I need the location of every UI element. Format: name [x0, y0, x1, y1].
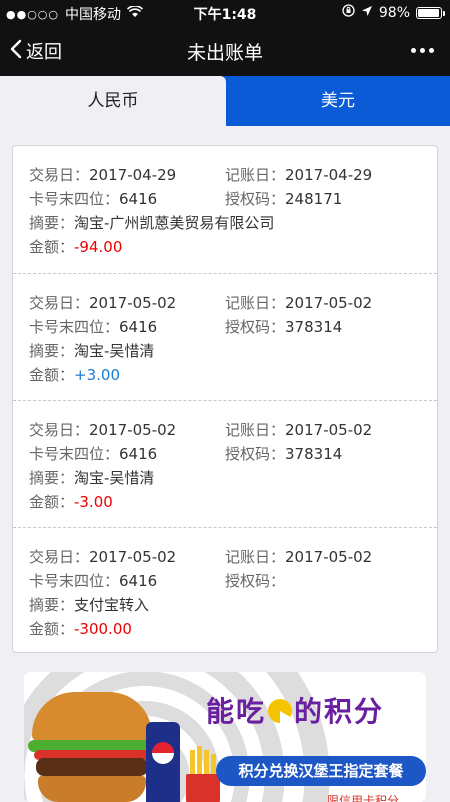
- navigation-bar: 返回 未出账单: [0, 26, 450, 76]
- card-last4-label: 卡号末四位：: [29, 190, 120, 208]
- post-date-label: 记账日：: [225, 548, 286, 566]
- post-date: 2017-05-02: [285, 421, 373, 439]
- promo-footer-text: 限信用卡积分: [327, 794, 400, 802]
- auth-code: 378314: [285, 445, 343, 463]
- tab-usd[interactable]: 美元: [226, 76, 450, 126]
- more-options-icon[interactable]: [411, 48, 434, 53]
- post-date-label: 记账日：: [225, 294, 286, 312]
- amount: -300.00: [74, 620, 132, 638]
- card-last4: 6416: [119, 445, 158, 463]
- soda-can-image: [146, 722, 180, 802]
- amount: -94.00: [74, 238, 123, 256]
- trade-date: 2017-05-02: [89, 421, 177, 439]
- card-last4: 6416: [119, 318, 158, 336]
- summary-label: 摘要：: [29, 596, 75, 614]
- post-date: 2017-05-02: [285, 548, 373, 566]
- promo-button[interactable]: 积分兑换汉堡王指定套餐: [216, 756, 426, 786]
- amount-label: 金额：: [29, 238, 75, 256]
- card-last4: 6416: [119, 572, 158, 590]
- amount: +3.00: [74, 366, 120, 384]
- promo-slogan: 能吃 的积分: [206, 695, 385, 728]
- trade-date-label: 交易日：: [29, 421, 90, 439]
- card-last4-label: 卡号末四位：: [29, 445, 120, 463]
- summary-label: 摘要：: [29, 342, 75, 360]
- auth-code: 378314: [285, 318, 343, 336]
- promo-banner[interactable]: 能吃 的积分 积分兑换汉堡王指定套餐 限信用卡积分: [24, 672, 426, 802]
- transaction-item[interactable]: 交易日：2017-05-02 记账日：2017-05-02 卡号末四位：6416…: [13, 400, 437, 528]
- auth-code: 248171: [285, 190, 343, 208]
- location-icon: [361, 5, 373, 21]
- trade-date: 2017-05-02: [89, 548, 177, 566]
- trade-date-label: 交易日：: [29, 548, 90, 566]
- status-bar: ●●○○○ 中国移动 下午1:48 98%: [0, 0, 450, 26]
- amount-label: 金额：: [29, 493, 75, 511]
- card-last4: 6416: [119, 190, 158, 208]
- trade-date-label: 交易日：: [29, 294, 90, 312]
- trade-date: 2017-05-02: [89, 294, 177, 312]
- transaction-item[interactable]: 交易日：2017-04-29 记账日：2017-04-29 卡号末四位：6416…: [13, 146, 437, 273]
- orientation-lock-icon: [342, 4, 355, 21]
- page-title: 未出账单: [186, 42, 263, 64]
- summary-label: 摘要：: [29, 214, 75, 232]
- card-last4-label: 卡号末四位：: [29, 318, 120, 336]
- fries-image: [186, 746, 220, 802]
- amount-label: 金额：: [29, 620, 75, 638]
- summary-label: 摘要：: [29, 469, 75, 487]
- summary: 淘宝-广州凯蒽美贸易有限公司: [74, 214, 275, 232]
- transaction-item[interactable]: 交易日：2017-05-02 记账日：2017-05-02 卡号末四位：6416…: [13, 527, 437, 655]
- tab-rmb[interactable]: 人民币: [0, 76, 226, 126]
- trade-date: 2017-04-29: [89, 166, 177, 184]
- post-date: 2017-04-29: [285, 166, 373, 184]
- transactions-list: 交易日：2017-04-29 记账日：2017-04-29 卡号末四位：6416…: [12, 145, 438, 653]
- auth-code-label: 授权码：: [225, 572, 286, 590]
- transaction-item[interactable]: 交易日：2017-05-02 记账日：2017-05-02 卡号末四位：6416…: [13, 273, 437, 401]
- summary: 淘宝-吴惜清: [74, 342, 155, 360]
- summary: 淘宝-吴惜清: [74, 469, 155, 487]
- post-date-label: 记账日：: [225, 421, 286, 439]
- auth-code-label: 授权码：: [225, 445, 286, 463]
- amount-label: 金额：: [29, 366, 75, 384]
- currency-tabs: 人民币 美元: [0, 76, 450, 126]
- burger-image: [28, 692, 156, 802]
- post-date: 2017-05-02: [285, 294, 373, 312]
- auth-code-label: 授权码：: [225, 190, 286, 208]
- battery-icon: [416, 6, 445, 19]
- pacman-icon: [268, 699, 293, 723]
- post-date-label: 记账日：: [225, 166, 286, 184]
- trade-date-label: 交易日：: [29, 166, 90, 184]
- amount: -3.00: [74, 493, 113, 511]
- battery-percent: 98%: [378, 4, 410, 21]
- summary: 支付宝转入: [74, 596, 150, 614]
- auth-code-label: 授权码：: [225, 318, 286, 336]
- card-last4-label: 卡号末四位：: [29, 572, 120, 590]
